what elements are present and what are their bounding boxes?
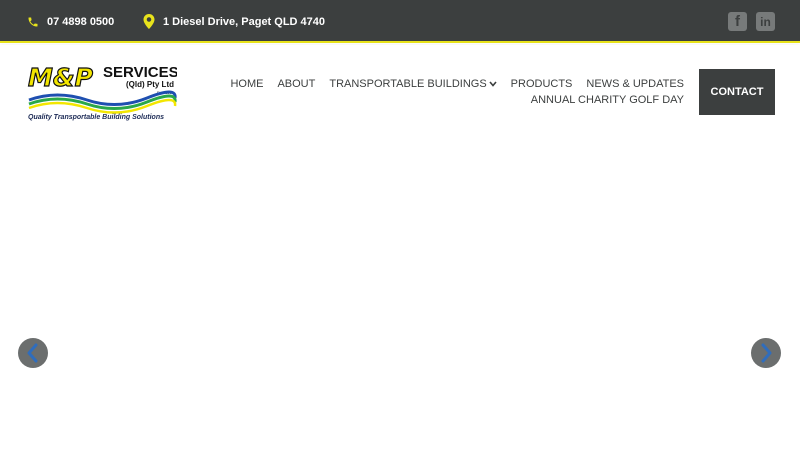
chevron-right-icon — [761, 343, 772, 363]
nav-news-updates[interactable]: NEWS & UPDATES — [586, 76, 684, 92]
chevron-down-icon — [489, 81, 497, 87]
nav-home[interactable]: HOME — [230, 76, 263, 92]
slider-prev-button[interactable] — [18, 338, 48, 368]
phone-number: 07 4898 0500 — [47, 15, 115, 28]
svg-text:(Qld) Pty Ltd: (Qld) Pty Ltd — [126, 80, 174, 89]
chevron-left-icon — [27, 343, 38, 363]
nav-row-primary: HOME ABOUT TRANSPORTABLE BUILDINGS PRODU… — [224, 76, 684, 92]
svg-text:Quality Transportable Building: Quality Transportable Building Solutions — [28, 114, 164, 121]
map-pin-icon — [143, 14, 155, 29]
facebook-icon[interactable]: f — [728, 12, 747, 31]
address-link[interactable]: 1 Diesel Drive, Paget QLD 4740 — [143, 0, 325, 43]
phone-icon — [28, 17, 38, 26]
contact-button[interactable]: CONTACT — [699, 69, 775, 115]
hero-slider — [0, 141, 800, 450]
phone-link[interactable]: 07 4898 0500 — [27, 0, 114, 43]
linkedin-icon[interactable]: in — [756, 12, 775, 31]
top-bar: 07 4898 0500 1 Diesel Drive, Paget QLD 4… — [0, 0, 800, 43]
svg-text:M&P: M&P — [28, 63, 93, 92]
nav-annual-charity-golf-day[interactable]: ANNUAL CHARITY GOLF DAY — [531, 92, 684, 108]
nav-about[interactable]: ABOUT — [277, 76, 315, 92]
address-text: 1 Diesel Drive, Paget QLD 4740 — [163, 15, 326, 28]
nav-transportable-buildings-label: TRANSPORTABLE BUILDINGS — [329, 78, 487, 90]
nav-transportable-buildings[interactable]: TRANSPORTABLE BUILDINGS — [329, 76, 497, 92]
company-logo[interactable]: M&P SERVICES (Qld) Pty Ltd Est. 1994 Qua… — [27, 60, 177, 122]
nav-row-secondary: ANNUAL CHARITY GOLF DAY — [224, 92, 684, 108]
svg-text:SERVICES: SERVICES — [103, 64, 177, 81]
main-nav: HOME ABOUT TRANSPORTABLE BUILDINGS PRODU… — [224, 76, 684, 108]
slider-next-button[interactable] — [751, 338, 781, 368]
site-header: M&P SERVICES (Qld) Pty Ltd Est. 1994 Qua… — [0, 45, 800, 141]
nav-products[interactable]: PRODUCTS — [511, 76, 573, 92]
